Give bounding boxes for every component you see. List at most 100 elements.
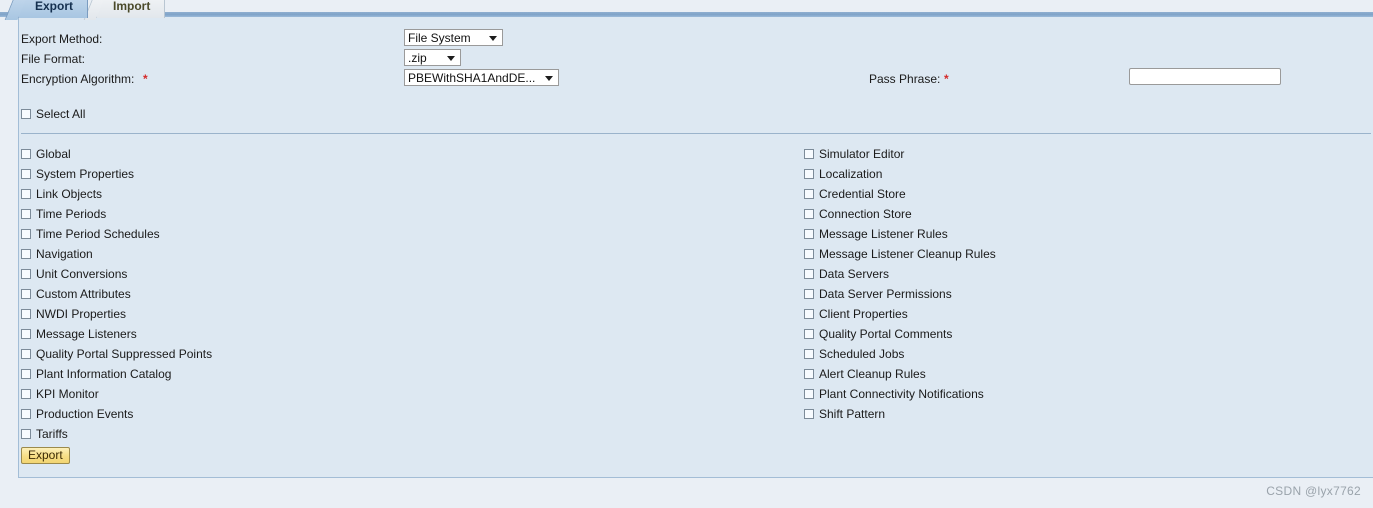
checkbox-item-row[interactable]: Message Listener Rules — [804, 226, 948, 242]
checkbox-item-checkbox[interactable] — [804, 189, 814, 199]
checkbox-item-row[interactable]: Data Servers — [804, 266, 889, 282]
encryption-algorithm-value: PBEWithSHA1AndDE... — [408, 71, 536, 85]
checkbox-item-label: Localization — [819, 167, 883, 181]
checkbox-item-label: Alert Cleanup Rules — [819, 367, 926, 381]
select-all-checkbox[interactable] — [21, 109, 31, 119]
encryption-algorithm-select[interactable]: PBEWithSHA1AndDE... — [404, 69, 559, 86]
checkbox-item-row[interactable]: Custom Attributes — [21, 286, 131, 302]
checkbox-item-row[interactable]: Tariffs — [21, 426, 68, 442]
checkbox-item-checkbox[interactable] — [21, 189, 31, 199]
checkbox-item-label: Plant Information Catalog — [36, 367, 172, 381]
tab-import[interactable]: Import — [96, 0, 166, 18]
checkbox-item-checkbox[interactable] — [804, 309, 814, 319]
checkbox-item-checkbox[interactable] — [804, 329, 814, 339]
checkbox-item-label: Simulator Editor — [819, 147, 905, 161]
checkbox-item-row[interactable]: Quality Portal Suppressed Points — [21, 346, 212, 362]
select-all-label: Select All — [36, 107, 86, 121]
checkbox-item-checkbox[interactable] — [804, 369, 814, 379]
checkbox-item-checkbox[interactable] — [21, 389, 31, 399]
checkbox-item-row[interactable]: KPI Monitor — [21, 386, 99, 402]
checkbox-item-checkbox[interactable] — [804, 349, 814, 359]
checkbox-item-row[interactable]: Time Period Schedules — [21, 226, 160, 242]
checkbox-item-checkbox[interactable] — [804, 389, 814, 399]
checkbox-item-label: Time Period Schedules — [36, 227, 160, 241]
checkbox-item-row[interactable]: Production Events — [21, 406, 133, 422]
export-method-select[interactable]: File System — [404, 29, 503, 46]
checkbox-item-checkbox[interactable] — [804, 149, 814, 159]
checkbox-item-row[interactable]: NWDI Properties — [21, 306, 126, 322]
checkbox-item-label: Custom Attributes — [36, 287, 131, 301]
checkbox-item-label: Message Listener Rules — [819, 227, 948, 241]
checkbox-item-label: Data Servers — [819, 267, 890, 281]
file-format-value: .zip — [408, 51, 427, 65]
checkbox-item-label: Link Objects — [36, 187, 103, 201]
checkbox-item-label: Credential Store — [819, 187, 906, 201]
checkbox-item-checkbox[interactable] — [804, 249, 814, 259]
export-panel: Export Method: File System File Format: … — [18, 17, 1373, 478]
checkbox-item-label: Message Listener Cleanup Rules — [819, 247, 996, 261]
checkbox-item-row[interactable]: Time Periods — [21, 206, 106, 222]
checkbox-item-checkbox[interactable] — [21, 209, 31, 219]
pass-phrase-input[interactable] — [1129, 68, 1281, 85]
checkbox-item-checkbox[interactable] — [21, 409, 31, 419]
checkbox-item-row[interactable]: Alert Cleanup Rules — [804, 366, 926, 382]
checkbox-item-row[interactable]: Shift Pattern — [804, 406, 885, 422]
checkbox-item-label: Global — [36, 147, 71, 161]
checkbox-item-row[interactable]: Data Server Permissions — [804, 286, 952, 302]
checkbox-item-checkbox[interactable] — [21, 249, 31, 259]
checkbox-item-checkbox[interactable] — [804, 269, 814, 279]
checkbox-item-row[interactable]: Link Objects — [21, 186, 102, 202]
checkbox-item-checkbox[interactable] — [21, 229, 31, 239]
checkbox-item-label: Quality Portal Suppressed Points — [36, 347, 213, 361]
checkbox-item-checkbox[interactable] — [804, 409, 814, 419]
checkbox-item-checkbox[interactable] — [21, 169, 31, 179]
pass-phrase-label: Pass Phrase: — [869, 72, 941, 86]
checkbox-item-row[interactable]: System Properties — [21, 166, 134, 182]
checkbox-item-row[interactable]: Plant Connectivity Notifications — [804, 386, 984, 402]
checkbox-item-row[interactable]: Client Properties — [804, 306, 908, 322]
section-divider — [21, 133, 1371, 134]
checkbox-item-row[interactable]: Message Listeners — [21, 326, 137, 342]
checkbox-item-checkbox[interactable] — [21, 289, 31, 299]
checkbox-item-checkbox[interactable] — [21, 149, 31, 159]
required-asterisk-encryption: * — [143, 72, 148, 86]
required-asterisk-pass-phrase: * — [944, 72, 949, 86]
checkbox-item-checkbox[interactable] — [21, 309, 31, 319]
checkbox-item-row[interactable]: Unit Conversions — [21, 266, 127, 282]
checkbox-item-row[interactable]: Credential Store — [804, 186, 906, 202]
checkbox-item-label: Shift Pattern — [819, 407, 886, 421]
checkbox-item-row[interactable]: Scheduled Jobs — [804, 346, 904, 362]
checkbox-item-row[interactable]: Connection Store — [804, 206, 912, 222]
checkbox-item-checkbox[interactable] — [804, 289, 814, 299]
checkbox-item-label: Plant Connectivity Notifications — [819, 387, 984, 401]
checkbox-item-row[interactable]: Navigation — [21, 246, 93, 262]
checkbox-item-label: NWDI Properties — [36, 307, 127, 321]
encryption-algorithm-label: Encryption Algorithm: — [21, 72, 135, 86]
checkbox-item-checkbox[interactable] — [21, 369, 31, 379]
checkbox-item-checkbox[interactable] — [21, 349, 31, 359]
checkbox-item-label: Unit Conversions — [36, 267, 128, 281]
checkbox-item-row[interactable]: Quality Portal Comments — [804, 326, 952, 342]
checkbox-item-label: Time Periods — [36, 207, 107, 221]
checkbox-item-checkbox[interactable] — [21, 269, 31, 279]
watermark-text: CSDN @lyx7762 — [1266, 484, 1361, 498]
checkbox-item-checkbox[interactable] — [804, 169, 814, 179]
checkbox-item-checkbox[interactable] — [804, 209, 814, 219]
chevron-down-icon — [447, 56, 455, 61]
checkbox-item-label: Connection Store — [819, 207, 912, 221]
chevron-down-icon — [545, 76, 553, 81]
select-all-row[interactable]: Select All — [21, 106, 85, 122]
file-format-select[interactable]: .zip — [404, 49, 461, 66]
checkbox-item-label: Message Listeners — [36, 327, 137, 341]
tab-export[interactable]: Export — [18, 0, 89, 18]
checkbox-item-row[interactable]: Global — [21, 146, 71, 162]
checkbox-item-checkbox[interactable] — [21, 329, 31, 339]
export-button[interactable]: Export — [21, 447, 70, 464]
checkbox-item-row[interactable]: Plant Information Catalog — [21, 366, 171, 382]
checkbox-item-checkbox[interactable] — [21, 429, 31, 439]
checkbox-item-row[interactable]: Message Listener Cleanup Rules — [804, 246, 996, 262]
checkbox-item-row[interactable]: Localization — [804, 166, 882, 182]
checkbox-item-checkbox[interactable] — [804, 229, 814, 239]
checkbox-item-row[interactable]: Simulator Editor — [804, 146, 904, 162]
export-method-value: File System — [408, 31, 471, 45]
